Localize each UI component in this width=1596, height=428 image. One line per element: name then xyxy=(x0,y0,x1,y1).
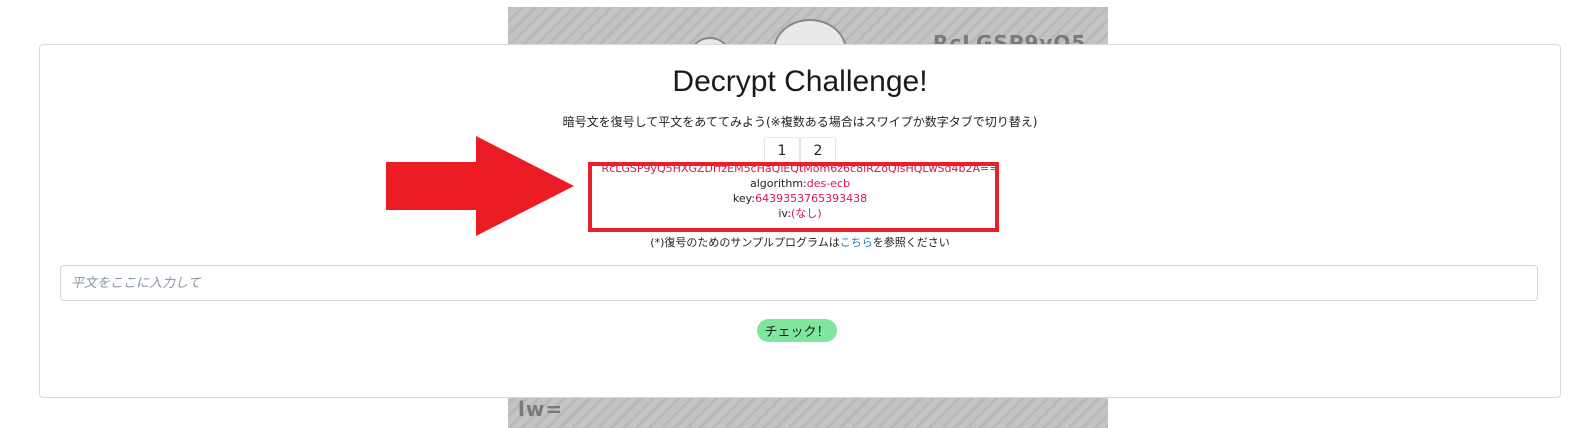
sample-program-link[interactable]: こちら xyxy=(840,236,873,249)
sample-note: (*)復号のためのサンプルプログラムはこちらを参照ください xyxy=(40,234,1560,250)
cipher-tabs: 12 xyxy=(40,137,1560,164)
plaintext-input[interactable] xyxy=(60,265,1538,301)
challenge-card: Decrypt Challenge! 暗号文を復号して平文をあててみよう(※複数… xyxy=(39,44,1561,398)
page-title: Decrypt Challenge! xyxy=(672,65,928,98)
tab-2[interactable]: 2 xyxy=(800,137,836,164)
check-button[interactable]: チェック！ xyxy=(757,319,837,342)
note-prefix: (*)復号のためのサンプルプログラムは xyxy=(650,236,840,249)
red-arrow-icon xyxy=(386,136,574,236)
bg-text-bottom: lw= xyxy=(518,397,564,421)
page-subtitle: 暗号文を復号して平文をあててみよう(※複数ある場合はスワイプか数字タブで切り替え… xyxy=(562,115,1038,129)
tab-1[interactable]: 1 xyxy=(764,137,800,164)
highlight-box xyxy=(588,162,999,232)
note-suffix: を参照ください xyxy=(872,236,950,249)
